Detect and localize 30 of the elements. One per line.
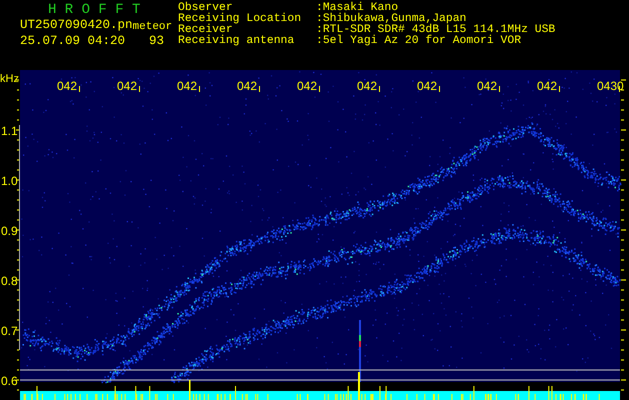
info-label: Receiving Location <box>178 14 302 25</box>
time-label: 042 <box>57 79 78 93</box>
date-time: 25.07.09 04:20 <box>20 33 126 49</box>
axis-label: 0.7 <box>1 324 18 338</box>
axis-label: 0.8 <box>1 274 18 288</box>
event-tag: meteor <box>132 21 172 33</box>
axis-unit: kHz <box>0 73 19 85</box>
time-label: 0430 <box>597 79 624 93</box>
axis-label: 0.9 <box>1 224 18 238</box>
time-label: 042 <box>417 79 438 93</box>
time-label: 042 <box>237 79 258 93</box>
event-number: 93 <box>149 33 164 49</box>
axis-label: 0.6 <box>1 374 18 388</box>
info-label: Receiver <box>178 25 233 36</box>
info-value: :5el Yagi Az 20 for Aomori VOR <box>316 36 522 47</box>
info-value: :RTL-SDR SDR# 43dB L15 114.1MHz USB <box>316 25 556 36</box>
time-label: 042 <box>117 79 138 93</box>
time-label: 042 <box>177 79 198 93</box>
axis-label: 1.1 <box>1 124 18 138</box>
time-label: 042 <box>297 79 318 93</box>
info-label: Receiving antenna <box>178 36 296 47</box>
info-value: :Masaki Kano <box>316 3 398 14</box>
file-name: UT2507090420.pn <box>20 17 133 33</box>
axis-label: 1.0 <box>1 174 18 188</box>
info-label: Observer <box>178 3 233 14</box>
time-label: 042 <box>537 79 558 93</box>
app-title: H R O F F T <box>47 3 142 17</box>
time-label: 042 <box>357 79 378 93</box>
info-value: :Shibukawa,Gunma,Japan <box>316 14 466 25</box>
time-label: 042 <box>477 79 498 93</box>
